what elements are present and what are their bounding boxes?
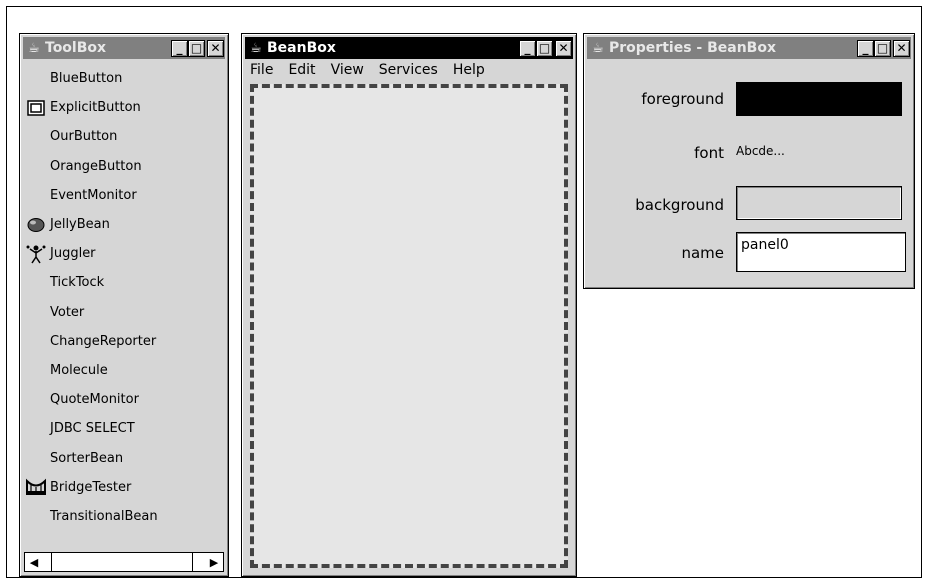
menu-edit[interactable]: Edit [288, 62, 315, 78]
toolbox-horizontal-scrollbar[interactable]: ◀ ▶ [24, 552, 224, 572]
close-button[interactable]: ✕ [555, 39, 572, 57]
toolbox-item[interactable]: ExplicitButton [24, 93, 224, 122]
toolbox-item-label: OrangeButton [50, 158, 142, 174]
beanbox-titlebar[interactable]: ☕ BeanBox _ □ ✕ [245, 37, 573, 59]
toolbox-item[interactable]: BridgeTester [24, 473, 224, 502]
scroll-right-arrow-icon[interactable]: ▶ [205, 553, 223, 571]
maximize-button[interactable]: □ [536, 39, 553, 57]
toolbox-item[interactable]: EventMonitor [24, 181, 224, 210]
scroll-left-arrow-icon[interactable]: ◀ [25, 553, 43, 571]
toolbox-item[interactable]: Juggler [24, 239, 224, 268]
toolbox-window: ☕ ToolBox _ □ ✕ BlueButton ExplicitButto… [19, 33, 229, 577]
java-cup-icon: ☕ [250, 40, 262, 56]
toolbox-item-label: TickTock [50, 275, 105, 291]
properties-title: Properties - BeanBox [609, 40, 776, 56]
toolbox-item-label: ExplicitButton [50, 100, 141, 116]
toolbox-item-label: JellyBean [50, 217, 110, 233]
toolbox-item[interactable]: TickTock [24, 268, 224, 297]
toolbox-item-label: SorterBean [50, 450, 124, 466]
toolbox-item-label: BridgeTester [50, 479, 132, 495]
foreground-label: foreground [641, 90, 724, 108]
minimize-button[interactable]: _ [171, 39, 188, 57]
properties-titlebar[interactable]: ☕ Properties - BeanBox _ □ ✕ [587, 37, 911, 59]
beanbox-window: ☕ BeanBox _ □ ✕ File Edit View Services … [241, 33, 577, 577]
toolbox-item-label: ChangeReporter [50, 333, 157, 349]
java-cup-icon: ☕ [28, 40, 40, 56]
toolbox-item-label: BlueButton [50, 71, 123, 87]
toolbox-item[interactable]: OurButton [24, 122, 224, 151]
font-value[interactable]: Abcde... [736, 144, 785, 158]
background-color-swatch[interactable] [736, 186, 902, 220]
beanbox-design-canvas[interactable] [250, 84, 568, 568]
minimize-button[interactable]: _ [857, 39, 874, 57]
toolbox-item[interactable]: Voter [24, 298, 224, 327]
toolbox-item[interactable]: JDBC SELECT [24, 414, 224, 443]
menu-view[interactable]: View [331, 62, 364, 78]
menu-file[interactable]: File [250, 62, 273, 78]
explicit-button-icon [24, 97, 48, 119]
close-button[interactable]: ✕ [893, 39, 910, 57]
toolbox-item[interactable]: JellyBean [24, 210, 224, 239]
toolbox-item[interactable]: TransitionalBean [24, 502, 224, 531]
menu-help[interactable]: Help [453, 62, 485, 78]
toolbox-bean-list: BlueButton ExplicitButton OurButton Oran… [24, 64, 224, 531]
maximize-button[interactable]: □ [874, 39, 891, 57]
menu-services[interactable]: Services [379, 62, 438, 78]
property-row-name: name panel0 [584, 230, 914, 272]
toolbox-titlebar[interactable]: ☕ ToolBox _ □ ✕ [23, 37, 225, 59]
toolbox-item[interactable]: BlueButton [24, 64, 224, 93]
close-button[interactable]: ✕ [207, 39, 224, 57]
property-row-font: font Abcde... [584, 134, 914, 174]
toolbox-item-label: Molecule [50, 362, 108, 378]
font-label: font [694, 144, 724, 162]
toolbox-item[interactable]: ChangeReporter [24, 327, 224, 356]
toolbox-item-label: Voter [50, 304, 85, 320]
property-row-foreground: foreground [584, 80, 914, 120]
name-label: name [681, 244, 724, 262]
toolbox-item[interactable]: SorterBean [24, 443, 224, 472]
toolbox-title: ToolBox [45, 40, 107, 56]
property-row-background: background [584, 182, 914, 222]
juggler-icon [24, 243, 48, 265]
toolbox-item-label: JDBC SELECT [50, 421, 135, 437]
toolbox-item-label: Juggler [50, 246, 96, 262]
name-field[interactable]: panel0 [736, 232, 906, 272]
beanbox-menubar: File Edit View Services Help [250, 62, 500, 78]
screenshot-frame: ☕ ToolBox _ □ ✕ BlueButton ExplicitButto… [6, 6, 922, 578]
maximize-button[interactable]: □ [188, 39, 205, 57]
jellybean-icon [24, 214, 48, 236]
toolbox-item[interactable]: Molecule [24, 356, 224, 385]
toolbox-item-label: OurButton [50, 129, 118, 145]
toolbox-item-label: QuoteMonitor [50, 392, 139, 408]
minimize-button[interactable]: _ [519, 39, 536, 57]
scrollbar-thumb[interactable] [51, 553, 193, 571]
toolbox-item[interactable]: QuoteMonitor [24, 385, 224, 414]
background-label: background [635, 196, 724, 214]
java-cup-icon: ☕ [592, 40, 604, 56]
beanbox-title: BeanBox [267, 40, 336, 56]
properties-window: ☕ Properties - BeanBox _ □ ✕ foreground … [583, 33, 915, 289]
bridge-tester-icon [24, 476, 48, 498]
toolbox-item-label: EventMonitor [50, 187, 137, 203]
toolbox-item-label: TransitionalBean [50, 508, 158, 524]
foreground-color-swatch[interactable] [736, 82, 902, 116]
toolbox-item[interactable]: OrangeButton [24, 152, 224, 181]
